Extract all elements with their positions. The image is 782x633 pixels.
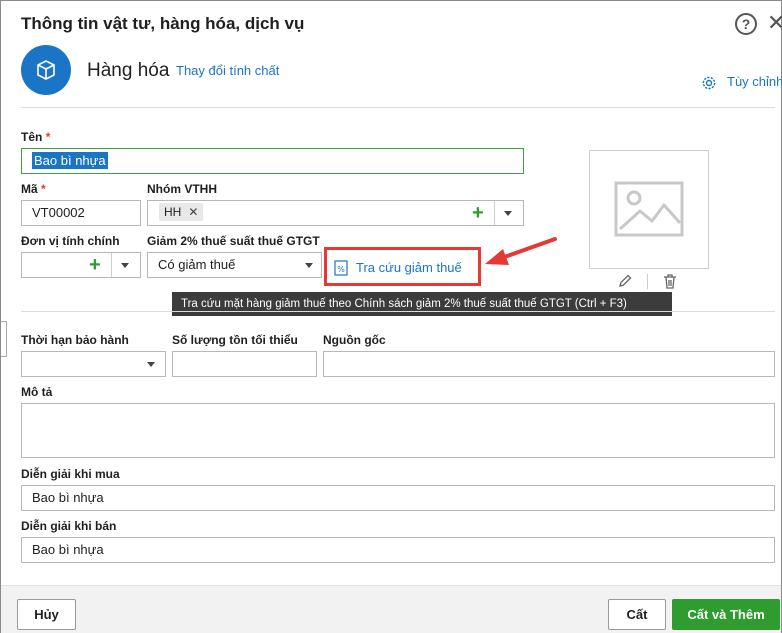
name-input[interactable]: Bao bì nhựa bbox=[21, 148, 524, 174]
save-button[interactable]: Cất bbox=[608, 599, 666, 630]
percent-doc-icon: % bbox=[334, 260, 348, 276]
item-image-placeholder[interactable] bbox=[589, 150, 709, 269]
customize-label: Tùy chỉnh bbox=[727, 74, 782, 89]
name-label: Tên * bbox=[21, 130, 51, 144]
dialog-title: Thông tin vật tư, hàng hóa, dịch vụ bbox=[21, 14, 305, 33]
change-type-link[interactable]: Thay đổi tính chất bbox=[176, 63, 279, 78]
tax-reduction-label: Giảm 2% thuế suất thuế GTGT bbox=[147, 234, 320, 248]
dialog-footer: Hủy Cất Cất và Thêm bbox=[1, 585, 781, 633]
name-value: Bao bì nhựa bbox=[32, 152, 108, 169]
help-icon[interactable]: ? bbox=[735, 13, 757, 35]
header-divider bbox=[21, 107, 775, 108]
description-textarea[interactable] bbox=[21, 403, 775, 458]
gear-icon bbox=[702, 76, 716, 90]
svg-text:%: % bbox=[337, 265, 345, 274]
trash-icon[interactable] bbox=[662, 273, 678, 290]
chevron-down-icon[interactable] bbox=[121, 263, 129, 268]
purchase-desc-input[interactable]: Bao bì nhựa bbox=[21, 485, 775, 511]
side-collapse-handle[interactable] bbox=[1, 321, 7, 357]
purchase-desc-label: Diễn giải khi mua bbox=[21, 467, 120, 481]
lookup-tooltip: Tra cứu mặt hàng giảm thuế theo Chính sá… bbox=[172, 292, 672, 316]
sale-desc-label: Diễn giải khi bán bbox=[21, 519, 117, 533]
tax-lookup-link[interactable]: % Tra cứu giảm thuế bbox=[334, 260, 462, 276]
tax-lookup-label: Tra cứu giảm thuế bbox=[356, 260, 462, 275]
sale-desc-input[interactable]: Bao bì nhựa bbox=[21, 537, 775, 563]
edit-icon[interactable] bbox=[617, 273, 633, 289]
group-input[interactable] bbox=[147, 200, 524, 226]
chevron-down-icon[interactable] bbox=[305, 263, 313, 268]
chevron-down-icon[interactable] bbox=[147, 362, 155, 367]
origin-input[interactable] bbox=[323, 351, 775, 377]
group-divider bbox=[494, 201, 495, 225]
section-divider bbox=[21, 311, 775, 312]
chevron-down-icon[interactable] bbox=[504, 211, 512, 216]
origin-label: Nguồn gốc bbox=[323, 333, 386, 347]
warranty-label: Thời hạn bảo hành bbox=[21, 333, 129, 347]
description-label: Mô tả bbox=[21, 385, 53, 399]
add-unit-icon[interactable]: + bbox=[89, 254, 101, 276]
add-group-icon[interactable]: + bbox=[472, 202, 484, 224]
code-input[interactable]: VT00002 bbox=[21, 200, 141, 226]
tag-remove-icon[interactable]: ✕ bbox=[188, 205, 198, 219]
red-arrow-annotation bbox=[485, 237, 557, 265]
image-tools-divider bbox=[647, 274, 648, 289]
tax-reduction-select[interactable]: Có giảm thuế bbox=[147, 252, 322, 278]
image-icon bbox=[614, 181, 684, 237]
unit-label: Đơn vị tính chính bbox=[21, 234, 120, 248]
box-icon bbox=[21, 45, 71, 95]
code-label: Mã * bbox=[21, 182, 46, 196]
item-type-label: Hàng hóa bbox=[87, 60, 170, 81]
save-and-add-button[interactable]: Cất và Thêm bbox=[672, 599, 780, 630]
unit-divider bbox=[111, 253, 112, 277]
customize-button[interactable]: Tùy chỉnh bbox=[701, 74, 782, 90]
min-stock-input[interactable] bbox=[172, 351, 317, 377]
group-tag: HH ✕ bbox=[159, 203, 204, 221]
warranty-select[interactable] bbox=[21, 351, 166, 377]
group-label: Nhóm VTHH bbox=[147, 182, 217, 196]
group-tag-label: HH bbox=[164, 205, 182, 219]
cancel-button[interactable]: Hủy bbox=[17, 599, 76, 630]
item-info-dialog: Thông tin vật tư, hàng hóa, dịch vụ ? ✕ … bbox=[0, 0, 782, 633]
min-stock-label: Số lượng tồn tối thiểu bbox=[172, 333, 298, 347]
close-icon[interactable]: ✕ bbox=[767, 11, 782, 35]
